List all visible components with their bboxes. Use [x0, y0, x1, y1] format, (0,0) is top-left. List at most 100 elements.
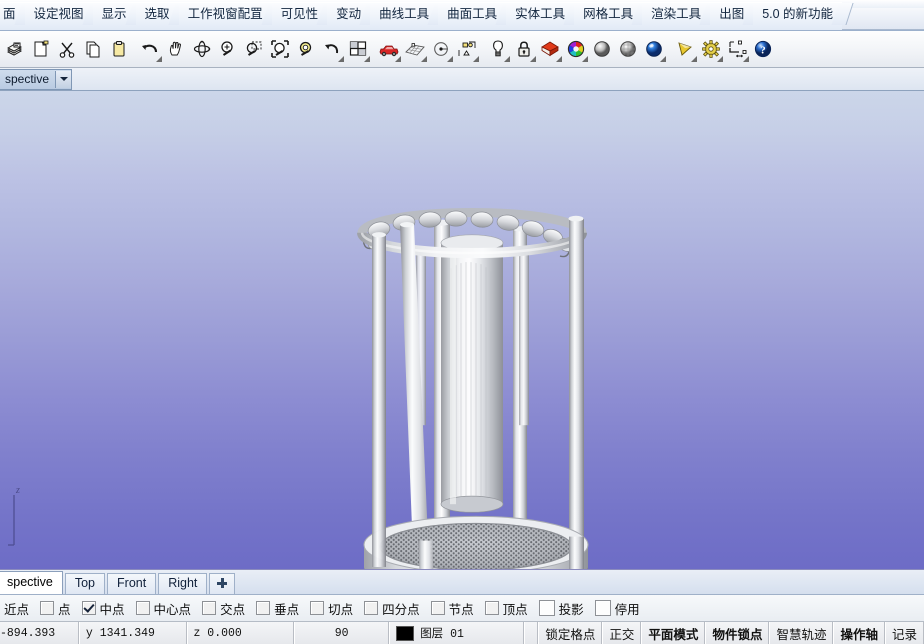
mesh-plane-icon[interactable] — [402, 34, 428, 64]
render-preview-icon[interactable] — [672, 34, 698, 64]
tab-front[interactable]: Front — [107, 573, 156, 594]
viewport-name-combo[interactable]: spective — [0, 69, 72, 90]
render-car-icon[interactable] — [376, 34, 402, 64]
light-bulb-icon[interactable] — [485, 34, 511, 64]
print-icon[interactable] — [2, 34, 28, 64]
copy-icon[interactable] — [80, 34, 106, 64]
four-viewport-icon[interactable] — [345, 34, 371, 64]
sphere-render-icon[interactable] — [641, 34, 667, 64]
osnap-quadrant[interactable]: 四分点 — [364, 599, 420, 618]
zoom-selected-icon[interactable] — [293, 34, 319, 64]
add-viewport-tab-button[interactable] — [209, 573, 235, 594]
lock-icon[interactable] — [511, 34, 537, 64]
osnap-disable[interactable]: 停用 — [595, 599, 640, 618]
flyout-arrow-icon[interactable] — [582, 56, 588, 62]
osnap-perpendicular[interactable]: 垂点 — [256, 599, 299, 618]
menu-item-render-tools[interactable]: 渲染工具 — [642, 2, 710, 30]
color-wheel-icon[interactable] — [563, 34, 589, 64]
osnap-project[interactable]: 投影 — [539, 599, 584, 618]
menu-item-visibility[interactable]: 可见性 — [272, 2, 328, 30]
osnap-vertex-checkbox[interactable] — [485, 601, 499, 615]
status-toggle-record-history[interactable]: 记录 — [885, 622, 924, 644]
material-icon[interactable] — [537, 34, 563, 64]
undo-view-icon[interactable] — [319, 34, 345, 64]
curve-point-icon[interactable] — [428, 34, 454, 64]
flyout-arrow-icon[interactable] — [338, 56, 344, 62]
menu-item-select[interactable]: 选取 — [136, 2, 179, 30]
flyout-arrow-icon[interactable] — [556, 56, 562, 62]
help-icon[interactable]: ? — [750, 34, 776, 64]
flyout-arrow-icon[interactable] — [660, 56, 666, 62]
osnap-tangent-checkbox[interactable] — [310, 601, 324, 615]
osnap-midpoint[interactable]: 中点 — [82, 599, 125, 618]
tab-perspective[interactable]: spective — [0, 571, 63, 594]
menu-item-viewport-config[interactable]: 工作视窗配罝 — [179, 2, 272, 30]
osnap-point[interactable]: 点 — [40, 599, 71, 618]
status-toggle-osnap[interactable]: 物件锁点 — [705, 622, 769, 644]
menu-item-whats-new[interactable]: 5.0 的新功能 — [753, 2, 842, 30]
zoom-extents-icon[interactable] — [267, 34, 293, 64]
named-cplane-icon[interactable] — [454, 34, 480, 64]
flyout-arrow-icon[interactable] — [504, 56, 510, 62]
osnap-intersection[interactable]: 交点 — [202, 599, 245, 618]
rotate-view-icon[interactable] — [189, 34, 215, 64]
status-toggle-smarttrack[interactable]: 智慧轨迹 — [769, 622, 833, 644]
menu-item-set-view[interactable]: 设定视图 — [25, 2, 93, 30]
flyout-arrow-icon[interactable] — [691, 56, 697, 62]
flyout-arrow-icon[interactable] — [743, 56, 749, 62]
osnap-tangent[interactable]: 切点 — [310, 599, 353, 618]
osnap-knot-checkbox[interactable] — [431, 601, 445, 615]
pan-hand-icon[interactable] — [163, 34, 189, 64]
zoom-window-icon[interactable] — [241, 34, 267, 64]
tab-right[interactable]: Right — [158, 573, 207, 594]
osnap-project-checkbox[interactable] — [539, 600, 555, 616]
flyout-arrow-icon[interactable] — [447, 56, 453, 62]
status-toggle-ortho[interactable]: 正交 — [602, 622, 641, 644]
paste-clipboard-icon[interactable] — [106, 34, 132, 64]
osnap-point-checkbox[interactable] — [40, 601, 54, 615]
osnap-nearest[interactable]: 近点 — [0, 599, 29, 618]
status-layer[interactable]: 图层 01 — [389, 622, 524, 644]
osnap-center[interactable]: 中心点 — [136, 599, 192, 618]
osnap-perpendicular-label: 垂点 — [274, 599, 299, 618]
osnap-quadrant-checkbox[interactable] — [364, 601, 378, 615]
menu-item-surface[interactable]: 面 — [0, 2, 25, 30]
osnap-perpendicular-checkbox[interactable] — [256, 601, 270, 615]
osnap-midpoint-checkbox[interactable] — [82, 601, 96, 615]
gear-icon[interactable] — [698, 34, 724, 64]
sphere-mesh-icon[interactable] — [615, 34, 641, 64]
menu-item-curve-tools[interactable]: 曲线工具 — [370, 2, 438, 30]
osnap-center-checkbox[interactable] — [136, 601, 150, 615]
flyout-arrow-icon[interactable] — [156, 56, 162, 62]
chevron-down-icon[interactable] — [55, 71, 71, 88]
flyout-arrow-icon[interactable] — [530, 56, 536, 62]
menu-item-display[interactable]: 显示 — [93, 2, 136, 30]
menu-item-transform[interactable]: 变动 — [327, 2, 370, 30]
osnap-intersection-checkbox[interactable] — [202, 601, 216, 615]
tab-top[interactable]: Top — [65, 573, 105, 594]
flyout-arrow-icon[interactable] — [717, 56, 723, 62]
status-message-area — [524, 622, 538, 644]
status-toggle-gumball[interactable]: 操作轴 — [833, 622, 885, 644]
osnap-knot[interactable]: 节点 — [431, 599, 474, 618]
status-toggle-planar[interactable]: 平面模式 — [641, 622, 705, 644]
menu-item-mesh-tools[interactable]: 网格工具 — [574, 2, 642, 30]
perspective-viewport[interactable]: z — [0, 91, 924, 570]
menu-item-solid-tools[interactable]: 实体工具 — [506, 2, 574, 30]
flyout-arrow-icon[interactable] — [473, 56, 479, 62]
flyout-arrow-icon[interactable] — [395, 56, 401, 62]
flyout-arrow-icon[interactable] — [364, 56, 370, 62]
sphere-shaded-icon[interactable] — [589, 34, 615, 64]
dimension-icon[interactable] — [724, 34, 750, 64]
zoom-in-icon[interactable] — [215, 34, 241, 64]
flyout-arrow-icon[interactable] — [421, 56, 427, 62]
new-file-icon[interactable] — [28, 34, 54, 64]
osnap-vertex[interactable]: 顶点 — [485, 599, 528, 618]
menu-item-surface-tools[interactable]: 曲面工具 — [438, 2, 506, 30]
menu-item-drafting[interactable]: 出图 — [710, 2, 753, 30]
osnap-disable-checkbox[interactable] — [595, 600, 611, 616]
undo-icon[interactable] — [137, 34, 163, 64]
cut-scissors-icon[interactable] — [54, 34, 80, 64]
status-toggle-grid-snap[interactable]: 锁定格点 — [538, 622, 602, 644]
osnap-point-label: 点 — [58, 599, 71, 618]
